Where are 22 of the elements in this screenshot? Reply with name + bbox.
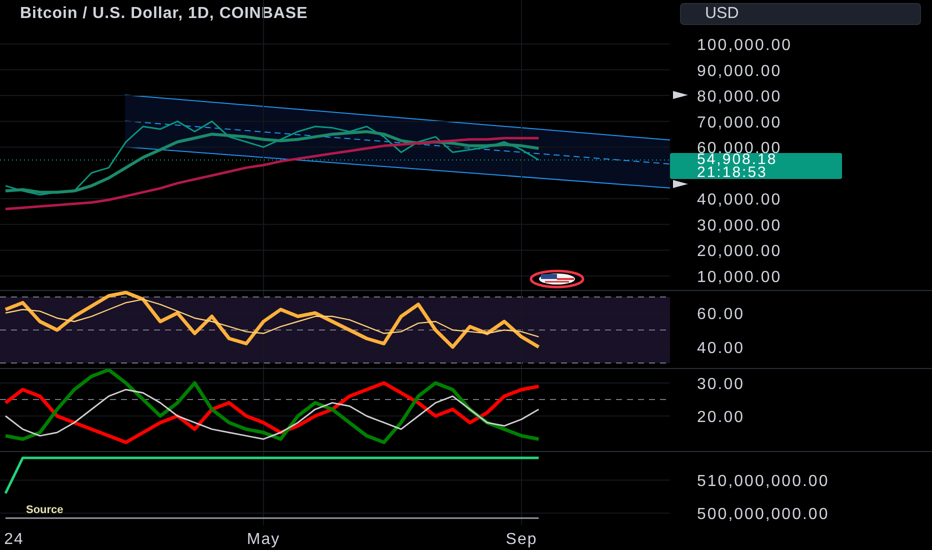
time-axis-label: 24 bbox=[4, 531, 24, 548]
axis-label: 60.00 bbox=[697, 306, 745, 323]
axis-label: 20.00 bbox=[697, 409, 745, 426]
source-label: Source bbox=[26, 504, 64, 516]
axis-label: 30.00 bbox=[697, 376, 745, 393]
flag-icon[interactable] bbox=[530, 270, 584, 288]
axis-label: 510,000,000.00 bbox=[697, 473, 830, 490]
chart-title: Bitcoin / U.S. Dollar, 1D, COINBASE bbox=[20, 5, 308, 22]
axis-label: 40.00 bbox=[697, 340, 745, 357]
axis-label: 30,000.00 bbox=[697, 217, 782, 234]
currency-button[interactable]: USD bbox=[680, 3, 921, 25]
axis-label: 80,000.00 bbox=[697, 88, 782, 106]
time-axis-label: May bbox=[246, 531, 280, 548]
axis-label: 100,000.00 bbox=[697, 36, 792, 54]
axis-label: 500,000,000.00 bbox=[697, 506, 830, 524]
axis-label: 10,000.00 bbox=[697, 269, 782, 286]
marker-icon bbox=[673, 91, 688, 99]
axis-label: 70,000.00 bbox=[697, 114, 782, 132]
axis-label: 40,000.00 bbox=[697, 192, 782, 209]
time-axis-label: Sep bbox=[506, 531, 538, 548]
axis-label: 90,000.00 bbox=[697, 62, 782, 80]
axis-label: 20,000.00 bbox=[697, 243, 782, 260]
